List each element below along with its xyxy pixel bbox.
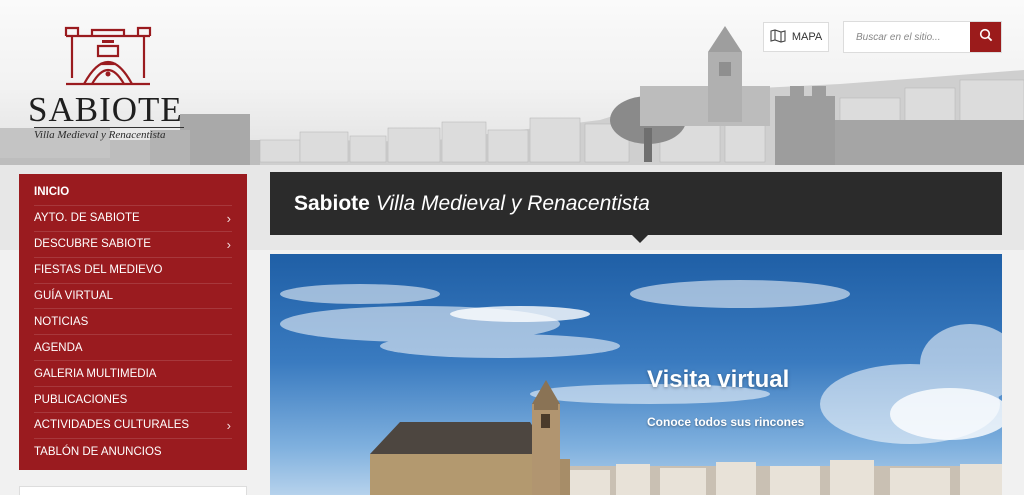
- sidebar-item-label: NOTICIAS: [34, 315, 89, 328]
- sidebar-item-tablon[interactable]: TABLÓN DE ANUNCIOS: [34, 439, 232, 465]
- page-title-subtitle: Villa Medieval y Renacentista: [375, 191, 650, 215]
- sidebar-item-label: PUBLICACIONES: [34, 393, 128, 406]
- site-logo[interactable]: SABIOTE Villa Medieval y Renacentista: [26, 26, 186, 144]
- title-bar-pointer: [632, 235, 648, 243]
- sidebar-item-label: GUÍA VIRTUAL: [34, 290, 114, 302]
- search-icon: [979, 28, 993, 47]
- hero-title: Visita virtual: [647, 366, 790, 393]
- logo-tagline: Villa Medieval y Renacentista: [34, 127, 184, 141]
- logo-wordmark: SABIOTE: [28, 90, 183, 129]
- hero-photo: [280, 280, 1002, 495]
- sidebar-item-label: GALERIA MULTIMEDIA: [34, 367, 157, 380]
- sidebar-item-label: AGENDA: [34, 341, 83, 354]
- sidebar-item-label: TABLÓN DE ANUNCIOS: [34, 445, 162, 458]
- hero-slide[interactable]: Visita virtual Conoce todos sus rincones: [270, 254, 1002, 495]
- castle-logo-icon: [62, 26, 154, 97]
- sidebar-nav: INICIO AYTO. DE SABIOTE › DESCUBRE SABIO…: [19, 174, 247, 470]
- sidebar-item-fiestas[interactable]: FIESTAS DEL MEDIEVO: [34, 258, 232, 284]
- search-bar: [843, 21, 1002, 53]
- sidebar-item-descubre[interactable]: DESCUBRE SABIOTE ›: [34, 232, 232, 258]
- sidebar-item-label: AYTO. DE SABIOTE: [34, 212, 140, 225]
- sidebar-item-label: DESCUBRE SABIOTE: [34, 238, 151, 251]
- page-title-bar: Sabiote Villa Medieval y Renacentista: [270, 172, 1002, 235]
- search-button[interactable]: [970, 22, 1001, 52]
- sidebar-item-label: FIESTAS DEL MEDIEVO: [34, 264, 163, 277]
- chevron-right-icon: ›: [226, 417, 231, 433]
- sidebar-widget: [19, 486, 247, 495]
- chevron-right-icon: ›: [226, 236, 231, 252]
- sidebar-item-publicaciones[interactable]: PUBLICACIONES: [34, 387, 232, 414]
- map-button-label: MAPA: [791, 31, 823, 43]
- sidebar-item-agenda[interactable]: AGENDA: [34, 335, 232, 362]
- page-title-strong: Sabiote: [294, 191, 370, 215]
- map-icon: [770, 28, 786, 46]
- sidebar-item-noticias[interactable]: NOTICIAS: [34, 309, 232, 336]
- sidebar-item-ayto[interactable]: AYTO. DE SABIOTE ›: [34, 206, 232, 232]
- map-button[interactable]: MAPA: [763, 22, 829, 52]
- sidebar-item-actividades[interactable]: ACTIVIDADES CULTURALES ›: [34, 413, 232, 439]
- search-input[interactable]: [844, 22, 970, 52]
- chevron-right-icon: ›: [226, 210, 231, 226]
- sidebar-item-guia[interactable]: GUÍA VIRTUAL: [34, 284, 232, 310]
- sidebar-item-galeria[interactable]: GALERIA MULTIMEDIA: [34, 361, 232, 388]
- sidebar-item-label: ACTIVIDADES CULTURALES: [34, 419, 190, 432]
- hero-subtitle: Conoce todos sus rincones: [647, 415, 805, 429]
- sidebar-item-label: INICIO: [34, 186, 70, 199]
- sidebar-item-inicio[interactable]: INICIO: [34, 180, 232, 206]
